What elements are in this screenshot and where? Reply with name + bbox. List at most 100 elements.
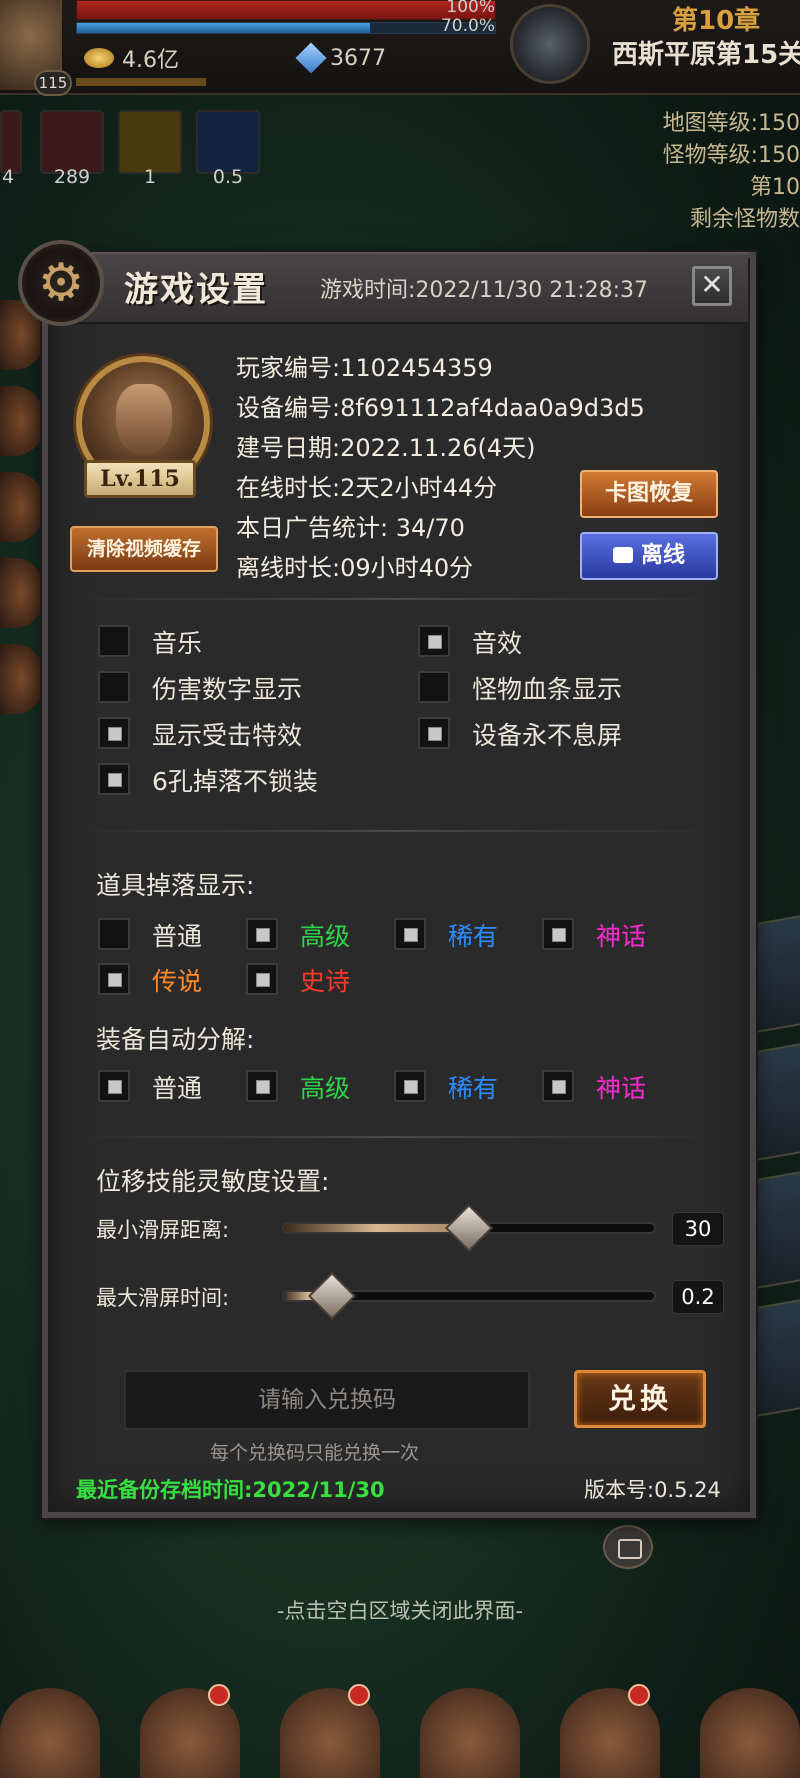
game-time: 游戏时间:2022/11/30 21:28:37 — [320, 278, 649, 303]
close-icon[interactable]: ✕ — [692, 266, 732, 306]
hit-effects-checkbox[interactable] — [98, 717, 130, 749]
left-menu-button[interactable] — [0, 558, 44, 628]
notification-badge-icon — [628, 1684, 650, 1706]
bottom-menu-button[interactable] — [560, 1684, 660, 1778]
drop-advanced-checkbox[interactable] — [246, 918, 278, 950]
damage-numbers-checkbox[interactable] — [98, 671, 130, 703]
map-name: 西斯平原第15关 — [612, 40, 800, 70]
drop-common-checkbox[interactable] — [98, 918, 130, 950]
max-swipe-time-value: 0.2 — [672, 1280, 724, 1314]
hit-effects-label: 显示受击特效 — [152, 721, 303, 750]
sound-effects-label: 音效 — [472, 629, 523, 658]
gear-icon: ⚙ — [18, 240, 104, 326]
offline-button-label: 离线 — [640, 543, 685, 568]
decompose-rare-checkbox[interactable] — [394, 1070, 426, 1102]
buff-value: 4 — [1, 166, 15, 188]
level-badge: Lv.115 — [84, 460, 196, 498]
bottom-menu-bar — [0, 1678, 800, 1778]
keep-screen-on-label: 设备永不息屏 — [472, 721, 623, 750]
mp-bar — [76, 22, 496, 34]
bottom-menu-button[interactable] — [420, 1688, 520, 1778]
gold-counter: 4.6亿 — [84, 44, 179, 73]
six-socket-no-lock-checkbox[interactable] — [98, 763, 130, 795]
bottom-menu-button[interactable] — [0, 1688, 100, 1778]
map-restore-button[interactable]: 卡图恢复 — [580, 470, 718, 518]
buff-slot[interactable] — [196, 110, 260, 174]
music-checkbox[interactable] — [98, 625, 130, 657]
player-id: 玩家编号:1102454359 — [236, 354, 493, 382]
max-swipe-time-slider[interactable] — [282, 1271, 656, 1321]
gold-coin-icon — [84, 48, 114, 68]
drop-epic-checkbox[interactable] — [246, 963, 278, 995]
drop-legend-checkbox[interactable] — [98, 963, 130, 995]
max-swipe-time-label: 最大滑屏时间: — [96, 1286, 230, 1310]
redeem-code-input[interactable]: 请输入兑换码 — [124, 1370, 530, 1430]
bottom-menu-button[interactable] — [280, 1684, 380, 1778]
buff-slot[interactable] — [0, 110, 22, 174]
device-id: 设备编号:8f691112af4daa0a9d3d5 — [236, 394, 645, 422]
drop-myth-label: 神话 — [596, 922, 647, 951]
min-swipe-distance-slider[interactable] — [282, 1203, 656, 1253]
exp-bar — [76, 78, 206, 86]
drop-legend-label: 传说 — [152, 967, 203, 996]
hp-bar — [76, 0, 496, 20]
chapter-orb-icon[interactable] — [510, 4, 590, 84]
decompose-myth-checkbox[interactable] — [542, 1070, 574, 1102]
decompose-rare-label: 稀有 — [448, 1074, 499, 1103]
left-menu-button[interactable] — [0, 644, 44, 714]
drop-advanced-label: 高级 — [300, 922, 351, 951]
offline-button[interactable]: 离线 — [580, 532, 718, 580]
hud-level-badge: 115 — [34, 70, 72, 96]
buff-value: 1 — [143, 166, 157, 188]
divider — [70, 598, 720, 600]
video-camera-icon — [612, 547, 633, 563]
buff-slot[interactable] — [40, 110, 104, 174]
left-menu-button[interactable] — [0, 386, 44, 456]
left-side-menu — [0, 300, 44, 730]
sound-effects-checkbox[interactable] — [418, 625, 450, 657]
map-info-line: 第10 — [750, 175, 800, 200]
bottom-menu-button[interactable] — [700, 1688, 800, 1778]
gem-value: 3677 — [330, 45, 386, 71]
drop-rare-checkbox[interactable] — [394, 918, 426, 950]
buff-value: 0.5 — [212, 166, 244, 188]
chapter-label: 第10章 — [672, 6, 761, 36]
gold-value: 4.6亿 — [122, 48, 179, 73]
min-swipe-distance-label: 最小滑屏距离: — [96, 1218, 230, 1242]
damage-numbers-label: 伤害数字显示 — [152, 675, 303, 704]
gem-icon — [295, 42, 327, 74]
ad-statistics: 本日广告统计: 34/70 — [236, 514, 465, 542]
notification-badge-icon — [348, 1684, 370, 1706]
decompose-common-checkbox[interactable] — [98, 1070, 130, 1102]
version-number: 版本号:0.5.24 — [584, 1478, 721, 1502]
last-backup-time: 最近备份存档时间:2022/11/30 — [76, 1478, 385, 1502]
redeem-button[interactable]: 兑换 — [574, 1370, 706, 1428]
decompose-myth-label: 神话 — [596, 1074, 647, 1103]
drop-myth-checkbox[interactable] — [542, 918, 574, 950]
decompose-common-label: 普通 — [152, 1074, 203, 1103]
offline-duration: 离线时长:09小时40分 — [236, 554, 474, 582]
camera-icon[interactable] — [603, 1525, 653, 1569]
dialog-title: 游戏设置 — [124, 270, 268, 310]
monster-hp-bar-checkbox[interactable] — [418, 671, 450, 703]
keep-screen-on-checkbox[interactable] — [418, 717, 450, 749]
map-info-line: 地图等级:150 — [662, 111, 800, 136]
notification-badge-icon — [208, 1684, 230, 1706]
top-hud: 115 100% 70.0% 4.6亿 3677 第10章 西斯平原第15关 — [0, 0, 800, 96]
clear-video-cache-button[interactable]: 清除视频缓存 — [70, 526, 218, 572]
auto-decompose-label: 装备自动分解: — [96, 1025, 255, 1054]
min-swipe-distance-value: 30 — [672, 1212, 724, 1246]
online-duration: 在线时长:2天2小时44分 — [236, 474, 498, 502]
map-info-line: 剩余怪物数 — [689, 207, 800, 232]
sensitivity-label: 位移技能灵敏度设置: — [96, 1167, 330, 1196]
music-label: 音乐 — [152, 629, 203, 658]
drop-display-label: 道具掉落显示: — [96, 871, 255, 900]
decompose-advanced-checkbox[interactable] — [246, 1070, 278, 1102]
mp-percent: 70.0% — [440, 16, 495, 36]
six-socket-no-lock-label: 6孔掉落不锁装 — [152, 767, 318, 796]
buff-slot[interactable] — [118, 110, 182, 174]
map-info-panel: 地图等级:150 怪物等级:150 第10 剩余怪物数 — [660, 108, 800, 236]
slider-fill — [284, 1224, 469, 1232]
left-menu-button[interactable] — [0, 472, 44, 542]
bottom-menu-button[interactable] — [140, 1684, 240, 1778]
